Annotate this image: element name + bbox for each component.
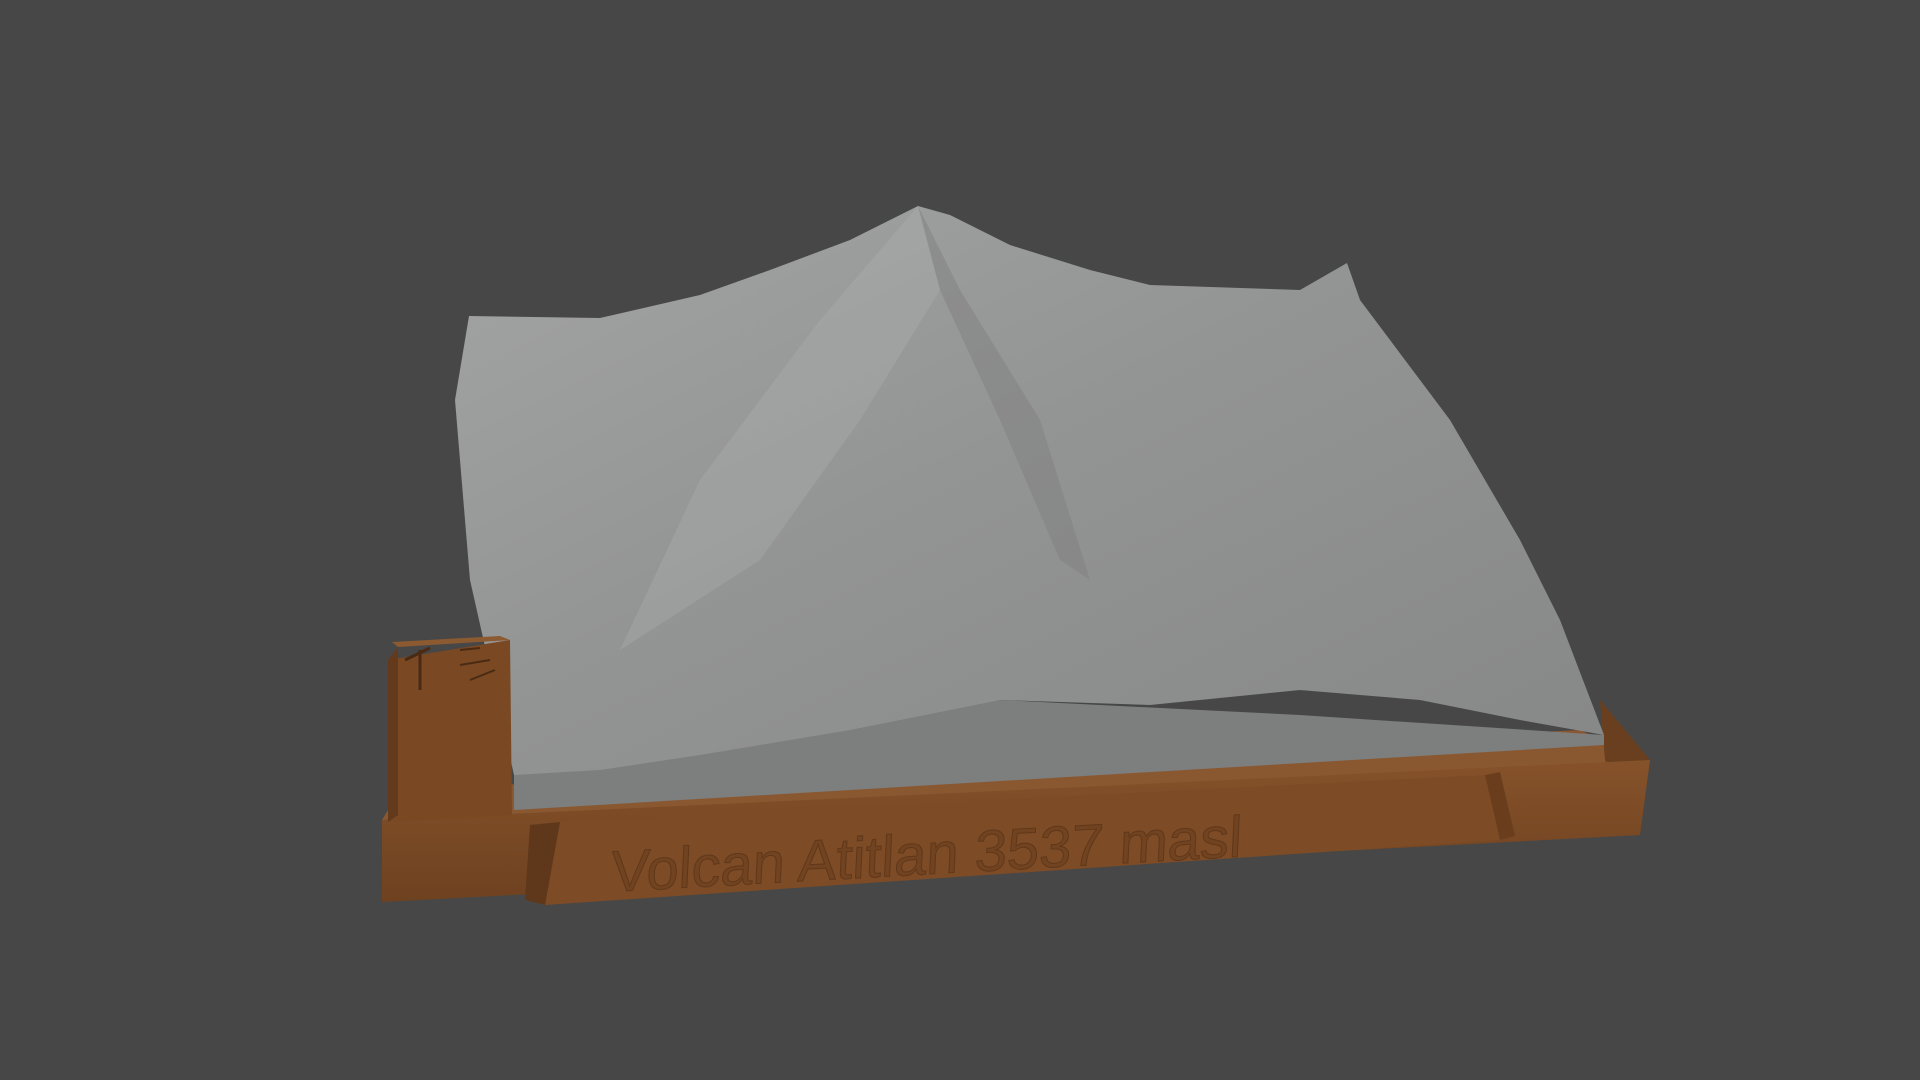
corner-block-side [388,647,398,822]
corner-block-front [388,640,512,822]
terrain-model-render: Volcan Atitlan 3537 masl [382,206,1650,905]
viewport-3d: Volcan Atitlan 3537 masl [0,0,1920,1080]
terrain-surface [455,206,1604,775]
